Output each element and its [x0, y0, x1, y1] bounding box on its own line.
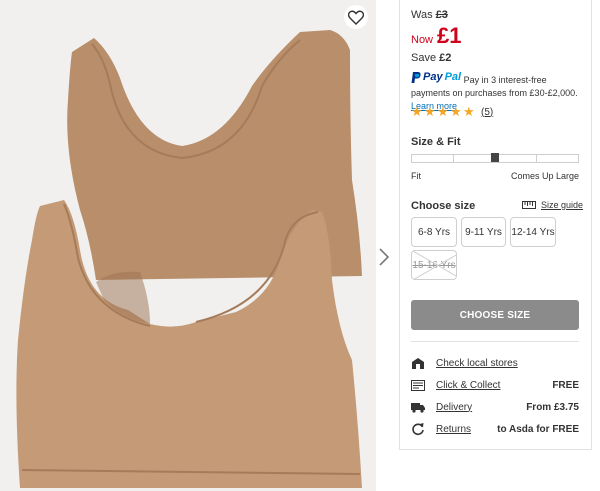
star-icon: ★: [450, 104, 462, 119]
star-icon: ★: [463, 104, 475, 119]
service-returns: Returns to Asda for FREE: [411, 422, 579, 436]
fit-scale-labels: Fit Comes Up Large: [411, 171, 579, 181]
star-rating[interactable]: ★ ★ ★ ★ ★ (5): [411, 104, 493, 119]
fit-scale-segment: [496, 155, 538, 162]
size-guide-label: Size guide: [541, 200, 584, 210]
star-icon: ★: [411, 104, 423, 119]
click-collect-icon: [411, 378, 425, 392]
fit-scale-segment: [537, 155, 578, 162]
service-click-collect: Click & Collect FREE: [411, 378, 579, 392]
paypal-logo: Pay Pal: [411, 71, 461, 84]
size-option-9-11[interactable]: 9-11 Yrs: [461, 217, 506, 247]
ruler-icon: [522, 201, 536, 209]
wishlist-heart-button[interactable]: [344, 5, 368, 29]
product-image: [0, 0, 376, 491]
store-icon: [411, 356, 425, 370]
click-collect-link[interactable]: Click & Collect: [436, 380, 500, 391]
product-page: Was £3 Now £1 Save £2 Pay Pal Pay in 3 in…: [0, 0, 600, 491]
save-price: Save £2: [411, 52, 451, 64]
returns-icon: [411, 422, 425, 436]
delivery-truck-icon: [411, 400, 425, 414]
review-count[interactable]: (5): [481, 107, 493, 118]
was-label: Was: [411, 9, 433, 21]
size-option-15-16-unavailable[interactable]: 15-16 Yrs: [411, 250, 457, 280]
fit-marker: [491, 153, 499, 162]
size-option-6-8[interactable]: 6-8 Yrs: [411, 217, 457, 247]
save-label: Save: [411, 52, 437, 64]
fit-scale-segment: [454, 155, 496, 162]
heart-icon: [348, 10, 364, 25]
bralette-image: [16, 30, 363, 488]
size-option-12-14[interactable]: 12-14 Yrs: [510, 217, 556, 247]
next-image-arrow-icon[interactable]: [377, 246, 391, 268]
star-icon: ★: [424, 104, 436, 119]
was-price: Was £3: [411, 9, 448, 21]
now-value: £1: [437, 23, 462, 48]
divider: [411, 341, 579, 342]
now-label: Now: [411, 34, 434, 46]
choose-size-button[interactable]: CHOOSE SIZE: [411, 300, 579, 330]
paypal-logo-pal: Pal: [444, 71, 462, 83]
was-value: £3: [435, 9, 448, 21]
fit-label-left: Fit: [411, 171, 421, 181]
purchase-panel: Was £3 Now £1 Save £2 Pay Pal Pay in 3 in…: [399, 0, 592, 450]
fit-label-right: Comes Up Large: [510, 171, 579, 181]
now-price: Now £1: [411, 23, 462, 49]
fit-scale-segment: [412, 155, 454, 162]
returns-value: to Asda for FREE: [497, 423, 579, 435]
delivery-value: From £3.75: [526, 401, 579, 413]
returns-link[interactable]: Returns: [436, 424, 471, 435]
service-check-stores: Check local stores: [411, 356, 579, 370]
save-value: £2: [439, 52, 452, 64]
star-icon: ★: [437, 104, 449, 119]
paypal-logo-pay: Pay: [423, 71, 443, 83]
click-collect-value: FREE: [552, 379, 579, 391]
check-local-stores-link[interactable]: Check local stores: [436, 358, 518, 369]
choose-size-title: Choose size: [411, 200, 476, 212]
paypal-icon: [411, 72, 421, 83]
service-delivery: Delivery From £3.75: [411, 400, 579, 414]
delivery-link[interactable]: Delivery: [436, 402, 472, 413]
size-fit-title: Size & Fit: [411, 136, 461, 148]
size-guide-link[interactable]: Size guide: [522, 200, 583, 210]
